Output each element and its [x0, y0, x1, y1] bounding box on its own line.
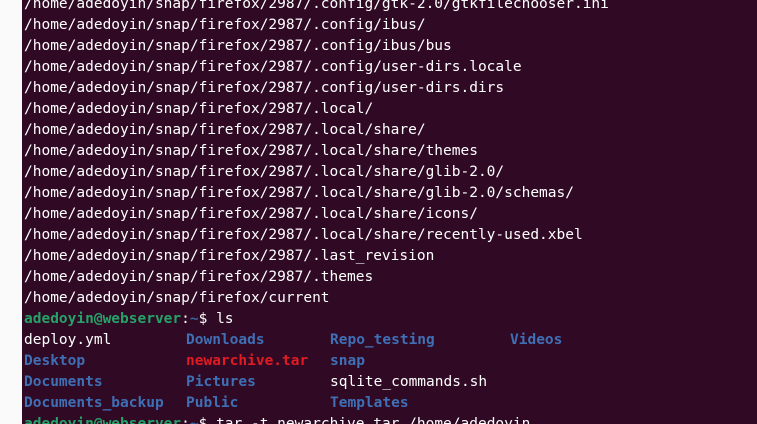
output-line: /home/adedoyin/snap/firefox/2987/.local/… — [24, 185, 574, 201]
output-line: /home/adedoyin/snap/firefox/2987/.local/… — [24, 206, 478, 222]
prompt-symbol: $ — [198, 416, 217, 424]
prompt-path: ~ — [189, 311, 199, 327]
prompt-command: ls — [216, 311, 234, 327]
prompt-path: ~ — [189, 416, 199, 424]
ls-entry-directory: snap — [330, 353, 365, 369]
output-line: /home/adedoyin/snap/firefox/2987/.themes — [24, 269, 374, 285]
terminal-window: /home/adedoyin/snap/firefox/2987/.config… — [0, 0, 757, 424]
command-prompt: adedoyin@webserver:~$ ls — [24, 309, 234, 330]
ls-entry-archive: newarchive.tar — [186, 353, 309, 369]
ls-entry-directory: Documents_backup — [24, 395, 164, 411]
prompt-user-host: adedoyin@webserver — [24, 311, 182, 327]
output-line: /home/adedoyin/snap/firefox/2987/.config… — [24, 38, 452, 54]
output-line: /home/adedoyin/snap/firefox/2987/.local/… — [24, 227, 583, 243]
command-prompt: adedoyin@webserver:~$ tar -t newarchive.… — [24, 414, 530, 424]
ls-entry-directory: Templates — [330, 395, 409, 411]
output-line: /home/adedoyin/snap/firefox/2987/.local/… — [24, 164, 505, 180]
output-line: /home/adedoyin/snap/firefox/current — [24, 290, 330, 306]
prompt-separator: : — [181, 311, 190, 327]
prompt-symbol: $ — [198, 311, 217, 327]
ls-entry-directory: Documents — [24, 374, 103, 390]
prompt-user-host: adedoyin@webserver — [24, 416, 182, 424]
ls-entry-directory: Desktop — [24, 353, 86, 369]
output-line: /home/adedoyin/snap/firefox/2987/.local/ — [24, 101, 374, 117]
ls-entry-directory: Videos — [510, 332, 563, 348]
ls-entry-directory: Pictures — [186, 374, 256, 390]
output-line: /home/adedoyin/snap/firefox/2987/.config… — [24, 80, 505, 96]
ls-entry-file: sqlite_commands.sh — [330, 374, 488, 390]
ls-entry-file: deploy.yml — [24, 332, 112, 348]
ls-entry-directory: Repo_testing — [330, 332, 435, 348]
output-line: /home/adedoyin/snap/firefox/2987/.config… — [24, 0, 609, 12]
terminal-output[interactable]: /home/adedoyin/snap/firefox/2987/.config… — [22, 0, 757, 424]
output-line: /home/adedoyin/snap/firefox/2987/.config… — [24, 59, 522, 75]
prompt-command: tar -t newarchive.tar /home/adedoyin — [216, 416, 531, 424]
window-edge — [0, 0, 22, 424]
prompt-separator: : — [181, 416, 190, 424]
output-line: /home/adedoyin/snap/firefox/2987/.local/… — [24, 122, 426, 138]
ls-entry-directory: Downloads — [186, 332, 265, 348]
ls-entry-directory: Public — [186, 395, 239, 411]
output-line: /home/adedoyin/snap/firefox/2987/.local/… — [24, 143, 478, 159]
output-line: /home/adedoyin/snap/firefox/2987/.last_r… — [24, 248, 435, 264]
output-line: /home/adedoyin/snap/firefox/2987/.config… — [24, 17, 426, 33]
